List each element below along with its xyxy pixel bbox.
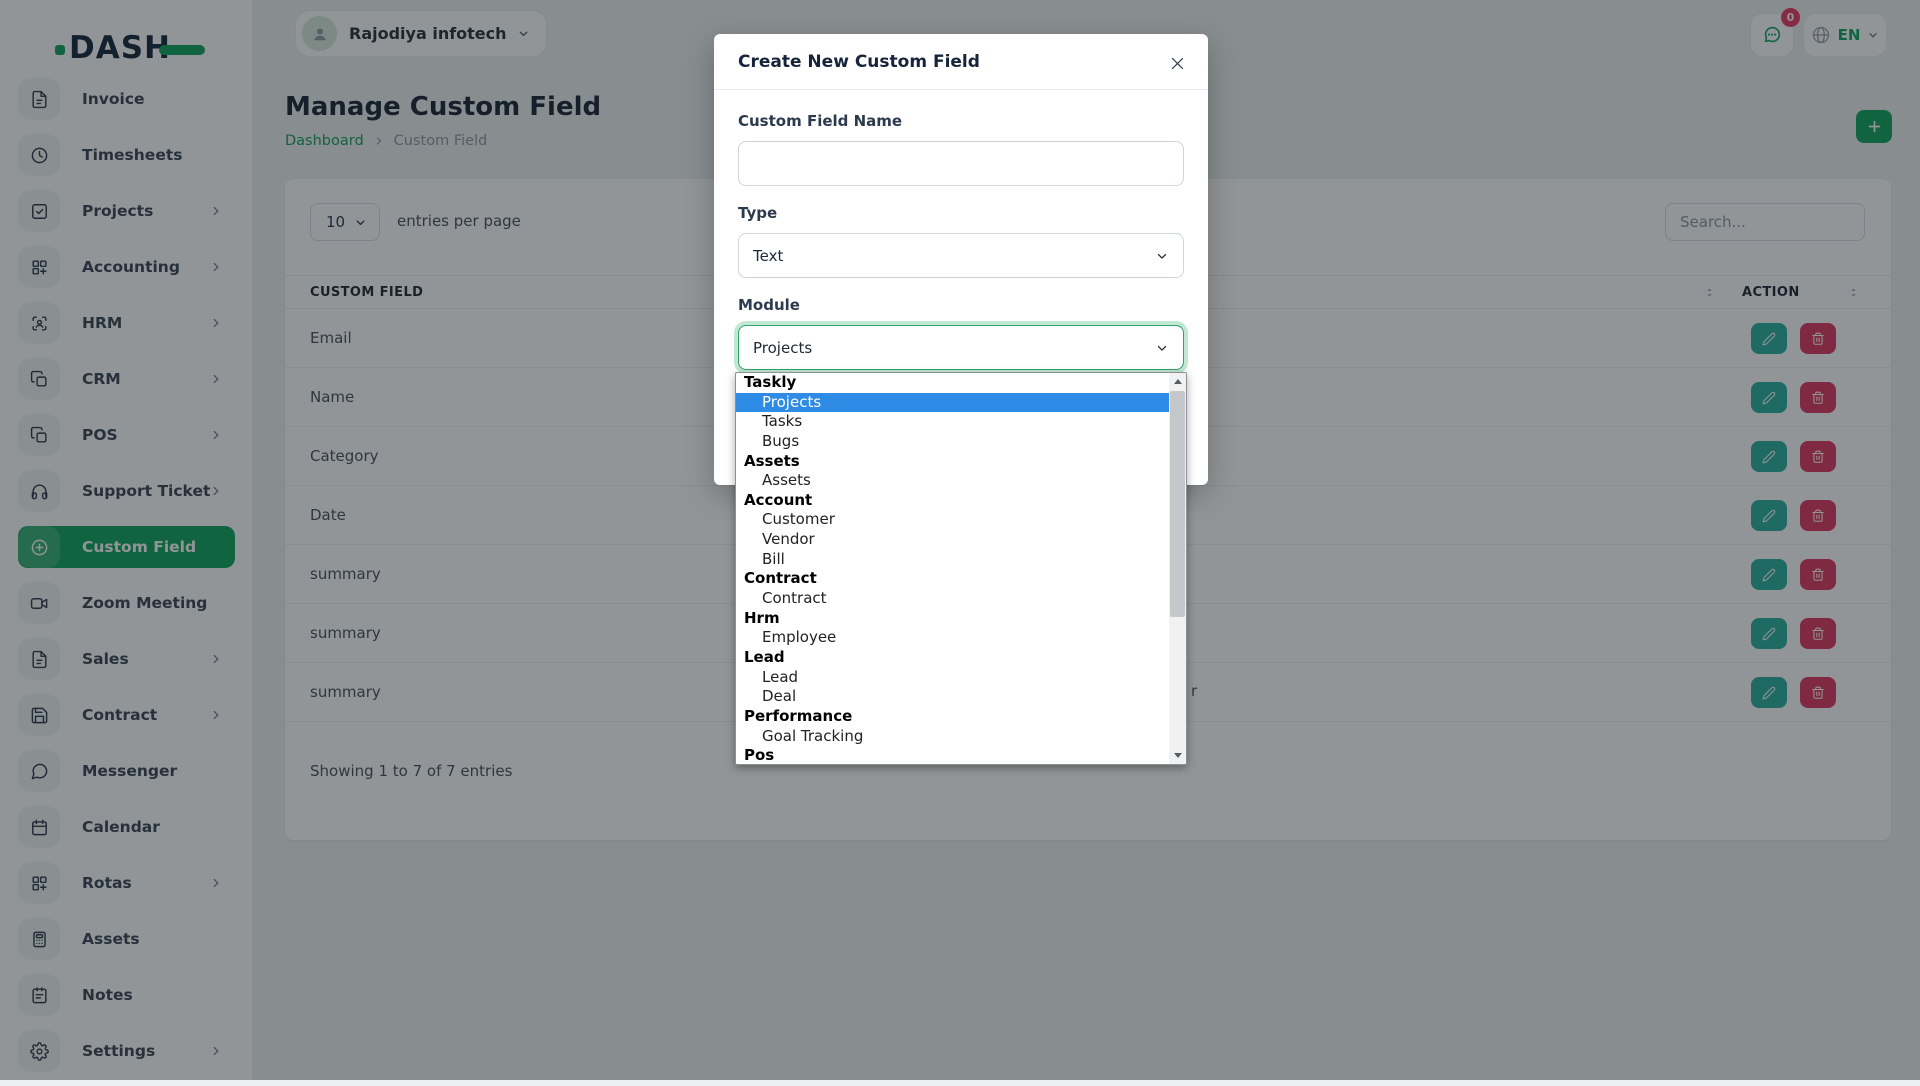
dropdown-option-employee[interactable]: Employee bbox=[736, 628, 1169, 648]
dropdown-option-bill[interactable]: Bill bbox=[736, 550, 1169, 570]
dropdown-option-projects[interactable]: Projects bbox=[736, 393, 1169, 413]
modal-title: Create New Custom Field bbox=[738, 52, 980, 72]
chevron-down-icon bbox=[1155, 341, 1169, 355]
dropdown-group-assets: Assets bbox=[736, 452, 1169, 472]
dropdown-options: TasklyProjectsTasksBugsAssetsAssetsAccou… bbox=[736, 373, 1169, 764]
module-dropdown-list: TasklyProjectsTasksBugsAssetsAssetsAccou… bbox=[735, 372, 1187, 765]
modal-body: Custom Field Name Type Text Module Proje… bbox=[714, 90, 1208, 370]
close-button[interactable] bbox=[1164, 50, 1190, 76]
dropdown-option-customer[interactable]: Customer bbox=[736, 510, 1169, 530]
scrollbar-thumb[interactable] bbox=[1170, 391, 1185, 617]
type-select-value: Text bbox=[753, 247, 1155, 265]
dropdown-option-assets[interactable]: Assets bbox=[736, 471, 1169, 491]
dropdown-option-lead[interactable]: Lead bbox=[736, 668, 1169, 688]
close-icon bbox=[1169, 55, 1186, 72]
module-select-value: Projects bbox=[753, 339, 1155, 357]
modal-header: Create New Custom Field bbox=[714, 34, 1208, 90]
scroll-up-arrow-icon[interactable] bbox=[1169, 373, 1186, 390]
module-select[interactable]: Projects bbox=[738, 325, 1184, 370]
custom-field-name-input[interactable] bbox=[738, 141, 1184, 186]
module-label: Module bbox=[738, 296, 1184, 317]
dropdown-option-contract[interactable]: Contract bbox=[736, 589, 1169, 609]
dropdown-option-deal[interactable]: Deal bbox=[736, 687, 1169, 707]
dropdown-group-performance: Performance bbox=[736, 707, 1169, 727]
chevron-down-icon bbox=[1155, 249, 1169, 263]
dropdown-option-bugs[interactable]: Bugs bbox=[736, 432, 1169, 452]
dropdown-scrollbar[interactable] bbox=[1169, 373, 1186, 764]
dropdown-option-goal-tracking[interactable]: Goal Tracking bbox=[736, 727, 1169, 747]
scroll-down-arrow-icon[interactable] bbox=[1169, 747, 1186, 764]
type-select[interactable]: Text bbox=[738, 233, 1184, 278]
dropdown-group-hrm: Hrm bbox=[736, 609, 1169, 629]
dropdown-option-tasks[interactable]: Tasks bbox=[736, 412, 1169, 432]
dropdown-group-pos: Pos bbox=[736, 746, 1169, 764]
dropdown-option-vendor[interactable]: Vendor bbox=[736, 530, 1169, 550]
dropdown-group-contract: Contract bbox=[736, 569, 1169, 589]
dropdown-group-taskly: Taskly bbox=[736, 373, 1169, 393]
type-label: Type bbox=[738, 204, 1184, 225]
custom-field-name-label: Custom Field Name bbox=[738, 112, 1184, 133]
dropdown-group-account: Account bbox=[736, 491, 1169, 511]
dropdown-group-lead: Lead bbox=[736, 648, 1169, 668]
